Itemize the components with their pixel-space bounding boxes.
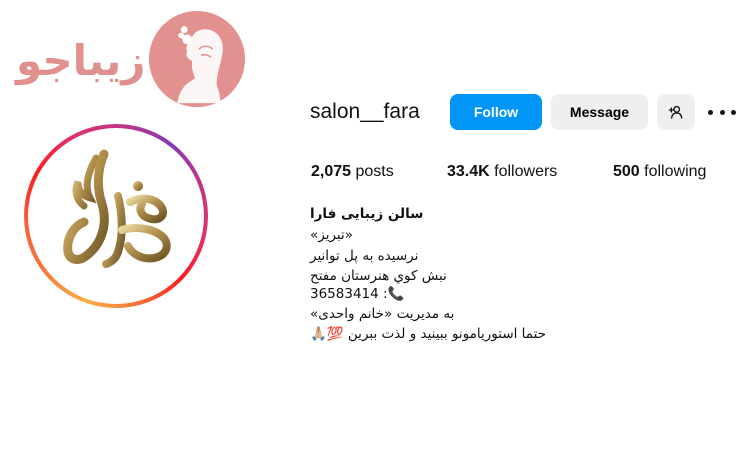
dot bbox=[708, 109, 713, 115]
bio-line: نبش کوي هنرستان مفتح bbox=[310, 268, 447, 284]
brand-watermark: زیباجو bbox=[14, 10, 254, 110]
story-ring[interactable] bbox=[24, 124, 208, 308]
avatar[interactable] bbox=[38, 138, 194, 294]
woman-silhouette-logo-icon bbox=[148, 10, 246, 108]
followers-label: followers bbox=[494, 163, 558, 180]
posts-label: posts bbox=[355, 163, 394, 180]
dot bbox=[719, 109, 725, 115]
fara-gold-logo-icon bbox=[63, 149, 171, 268]
posts-number: 2,075 bbox=[311, 163, 352, 180]
bio-name: سالن زیبایی فارا bbox=[310, 206, 424, 222]
bio-line: «تبریز» bbox=[310, 227, 354, 243]
avatar-border bbox=[28, 128, 204, 304]
message-button[interactable]: Message bbox=[551, 94, 648, 130]
bio-line: به مدیریت «خانم واحدی» bbox=[310, 306, 455, 322]
posts-count: 2,075 posts bbox=[311, 163, 394, 181]
bio-phone: 36583414 :📞 bbox=[310, 286, 405, 302]
suggested-accounts-button[interactable] bbox=[657, 94, 695, 130]
bio-line: نرسیده به پل توانیر bbox=[310, 248, 419, 264]
profile-username: salon__fara bbox=[310, 100, 420, 123]
bio-line: حتما استوریامونو ببینید و لذت ببرین 💯🙏🏼 bbox=[310, 326, 547, 342]
followers-number: 33.4K bbox=[447, 163, 490, 180]
following-number: 500 bbox=[613, 163, 640, 180]
dot bbox=[731, 109, 736, 115]
followers-link[interactable]: 33.4K followers bbox=[447, 163, 557, 181]
following-label: following bbox=[644, 163, 707, 180]
following-link[interactable]: 500 following bbox=[613, 163, 706, 181]
brand-name: زیباجو bbox=[16, 36, 146, 85]
follow-button[interactable]: Follow bbox=[450, 94, 542, 130]
more-options-icon[interactable] bbox=[708, 104, 736, 120]
add-person-icon bbox=[668, 105, 683, 119]
